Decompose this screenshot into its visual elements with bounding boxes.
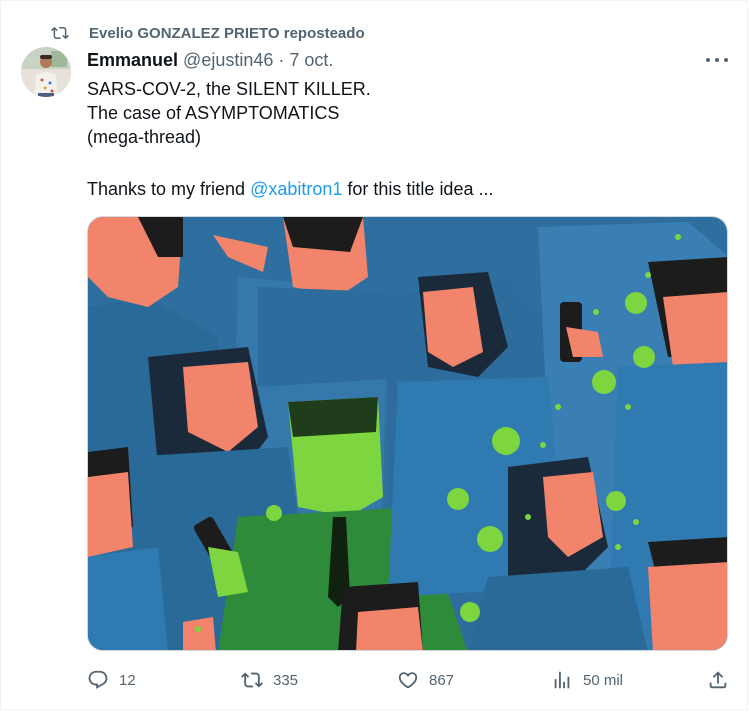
reply-button[interactable]: 12 <box>87 667 136 693</box>
repost-icon <box>51 26 69 40</box>
author-handle[interactable]: @ejustin46 <box>183 50 273 70</box>
share-icon <box>709 671 727 689</box>
tweet-image[interactable] <box>87 216 728 651</box>
more-dot <box>715 58 719 62</box>
views-chart-icon <box>554 671 570 689</box>
thanks-suffix: for this title idea ... <box>342 179 494 199</box>
heart-icon <box>398 672 418 689</box>
like-count: 867 <box>429 671 455 689</box>
more-options-button[interactable] <box>706 51 728 69</box>
repost-button[interactable]: 335 <box>241 667 298 693</box>
header-separator: · <box>273 50 290 70</box>
tweet-line-thanks: Thanks to my friend @xabitron1 for this … <box>87 177 717 201</box>
tweet-line: The case of ASYMPTOMATICS <box>87 103 340 123</box>
mention-link[interactable]: @xabitron1 <box>250 179 342 199</box>
reply-icon <box>88 670 108 689</box>
views-button[interactable]: 50 mil <box>551 667 623 693</box>
like-button[interactable]: 867 <box>397 667 454 693</box>
crowd-illustration <box>88 217 727 650</box>
reply-count: 12 <box>119 671 136 689</box>
tweet-line: SARS-COV-2, the SILENT KILLER. <box>87 79 371 99</box>
views-count: 50 mil <box>583 671 624 689</box>
action-bar: 12 335 867 50 mil <box>87 667 728 693</box>
avatar[interactable] <box>21 47 71 97</box>
tweet-text: SARS-COV-2, the SILENT KILLER. The case … <box>87 77 717 201</box>
tweet-date[interactable]: 7 oct. <box>289 50 333 70</box>
tweet-card[interactable]: Evelio GONZALEZ PRIETO reposteado Emmanu… <box>0 0 748 710</box>
repost-icon <box>241 672 263 688</box>
repost-count: 335 <box>273 671 299 689</box>
tweet-line: (mega-thread) <box>87 127 202 147</box>
repost-indicator <box>51 23 69 43</box>
share-button[interactable] <box>707 667 739 693</box>
tweet-header: Emmanuel @ejustin46 · 7 oct. <box>87 50 333 71</box>
thanks-prefix: Thanks to my friend <box>87 179 251 199</box>
repost-label[interactable]: Evelio GONZALEZ PRIETO reposteado <box>89 25 365 42</box>
author-name[interactable]: Emmanuel <box>87 50 178 70</box>
more-dot <box>706 58 710 62</box>
more-dot <box>724 58 728 62</box>
